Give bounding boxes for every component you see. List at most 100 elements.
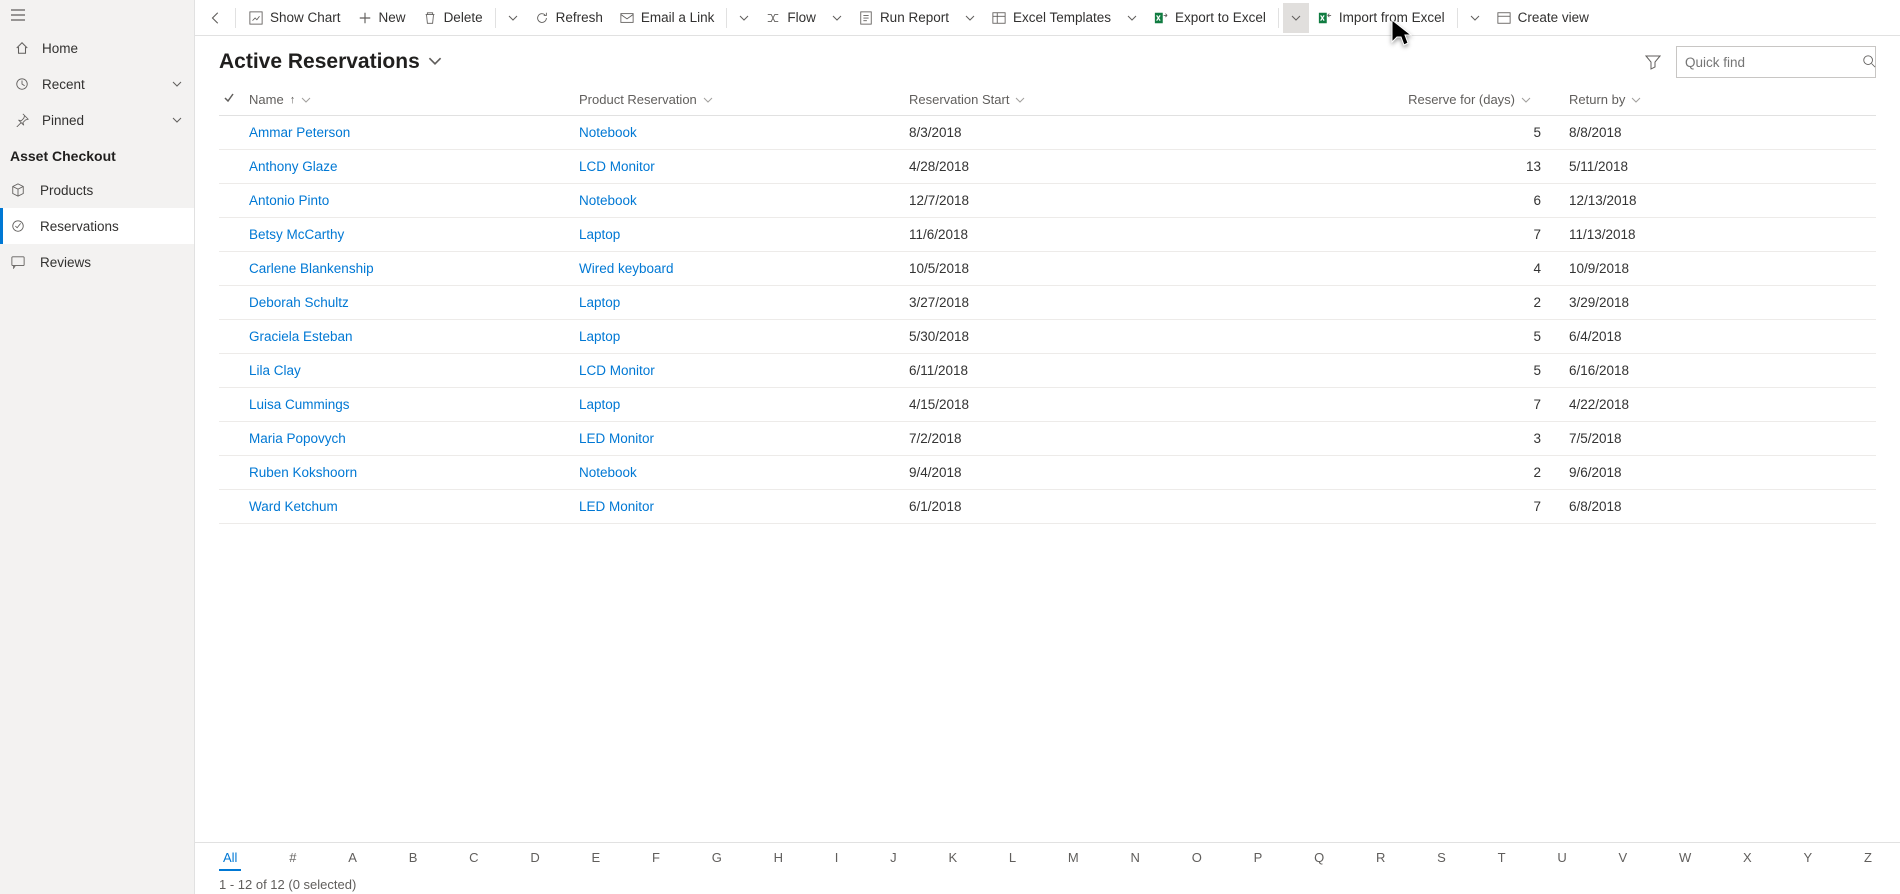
alpha-z[interactable]: Z — [1860, 846, 1876, 871]
table-row[interactable]: Deborah SchultzLaptop3/27/201823/29/2018 — [219, 286, 1876, 320]
alpha-o[interactable]: O — [1188, 846, 1206, 871]
view-selector[interactable]: Active Reservations — [219, 50, 442, 74]
delete-dropdown[interactable] — [500, 3, 526, 33]
row-selector[interactable] — [219, 456, 249, 490]
row-selector[interactable] — [219, 184, 249, 218]
table-row[interactable]: Antonio PintoNotebook12/7/2018612/13/201… — [219, 184, 1876, 218]
run-report-dropdown[interactable] — [957, 3, 983, 33]
delete-button[interactable]: Delete — [414, 3, 491, 33]
table-row[interactable]: Anthony GlazeLCD Monitor4/28/2018135/11/… — [219, 150, 1876, 184]
quick-find-input[interactable] — [1685, 55, 1862, 70]
name-link[interactable]: Antonio Pinto — [249, 193, 329, 208]
email-link-dropdown[interactable] — [731, 3, 757, 33]
sidebar-nav-home[interactable]: Home — [0, 30, 194, 66]
name-link[interactable]: Ward Ketchum — [249, 499, 338, 514]
export-excel-dropdown[interactable] — [1283, 3, 1309, 33]
product-link[interactable]: Wired keyboard — [579, 261, 674, 276]
create-view-button[interactable]: Create view — [1488, 3, 1597, 33]
product-link[interactable]: Laptop — [579, 227, 620, 242]
alpha-h[interactable]: H — [770, 846, 787, 871]
product-link[interactable]: LED Monitor — [579, 499, 654, 514]
row-selector[interactable] — [219, 422, 249, 456]
row-selector[interactable] — [219, 252, 249, 286]
col-header-start[interactable]: Reservation Start — [909, 84, 1239, 116]
alpha-s[interactable]: S — [1433, 846, 1450, 871]
excel-templates-dropdown[interactable] — [1119, 3, 1145, 33]
product-link[interactable]: Laptop — [579, 295, 620, 310]
alpha-a[interactable]: A — [344, 846, 361, 871]
sidebar-nav-recent[interactable]: Recent — [0, 66, 194, 102]
name-link[interactable]: Luisa Cummings — [249, 397, 350, 412]
flow-dropdown[interactable] — [824, 3, 850, 33]
name-link[interactable]: Anthony Glaze — [249, 159, 338, 174]
alpha-t[interactable]: T — [1494, 846, 1510, 871]
alpha-j[interactable]: J — [886, 846, 901, 871]
new-button[interactable]: New — [349, 3, 414, 33]
alpha-u[interactable]: U — [1553, 846, 1570, 871]
col-header-name[interactable]: Name ↑ — [249, 84, 579, 116]
product-link[interactable]: Notebook — [579, 193, 637, 208]
alpha-q[interactable]: Q — [1310, 846, 1328, 871]
row-selector[interactable] — [219, 286, 249, 320]
refresh-button[interactable]: Refresh — [526, 3, 611, 33]
product-link[interactable]: Laptop — [579, 397, 620, 412]
alpha-y[interactable]: Y — [1799, 846, 1816, 871]
product-link[interactable]: Notebook — [579, 125, 637, 140]
product-link[interactable]: LCD Monitor — [579, 159, 655, 174]
hamburger-menu[interactable] — [0, 0, 194, 30]
select-all-header[interactable] — [219, 84, 249, 116]
alpha-w[interactable]: W — [1675, 846, 1695, 871]
quick-find[interactable] — [1676, 46, 1876, 78]
table-row[interactable]: Carlene BlankenshipWired keyboard10/5/20… — [219, 252, 1876, 286]
alpha-f[interactable]: F — [648, 846, 664, 871]
table-row[interactable]: Graciela EstebanLaptop5/30/201856/4/2018 — [219, 320, 1876, 354]
excel-templates-button[interactable]: Excel Templates — [983, 3, 1119, 33]
run-report-button[interactable]: Run Report — [850, 3, 957, 33]
alpha-#[interactable]: # — [285, 846, 300, 871]
name-link[interactable]: Betsy McCarthy — [249, 227, 344, 242]
back-button[interactable] — [201, 3, 231, 33]
col-header-days[interactable]: Reserve for (days) — [1239, 84, 1569, 116]
product-link[interactable]: LCD Monitor — [579, 363, 655, 378]
search-icon[interactable] — [1862, 54, 1876, 71]
show-chart-button[interactable]: Show Chart — [240, 3, 349, 33]
row-selector[interactable] — [219, 218, 249, 252]
name-link[interactable]: Carlene Blankenship — [249, 261, 374, 276]
sidebar-item-reservations[interactable]: Reservations — [0, 208, 194, 244]
col-header-product[interactable]: Product Reservation — [579, 84, 909, 116]
alpha-d[interactable]: D — [526, 846, 543, 871]
name-link[interactable]: Lila Clay — [249, 363, 301, 378]
table-row[interactable]: Ammar PetersonNotebook8/3/201858/8/2018 — [219, 116, 1876, 150]
import-excel-button[interactable]: Import from Excel — [1309, 3, 1453, 33]
alpha-m[interactable]: M — [1064, 846, 1083, 871]
col-header-returnby[interactable]: Return by — [1569, 84, 1876, 116]
row-selector[interactable] — [219, 150, 249, 184]
export-excel-button[interactable]: Export to Excel — [1145, 3, 1274, 33]
name-link[interactable]: Ammar Peterson — [249, 125, 350, 140]
sidebar-nav-pinned[interactable]: Pinned — [0, 102, 194, 138]
row-selector[interactable] — [219, 320, 249, 354]
table-row[interactable]: Ruben KokshoornNotebook9/4/201829/6/2018 — [219, 456, 1876, 490]
alpha-i[interactable]: I — [831, 846, 843, 871]
table-row[interactable]: Lila ClayLCD Monitor6/11/201856/16/2018 — [219, 354, 1876, 388]
alpha-r[interactable]: R — [1372, 846, 1389, 871]
alpha-k[interactable]: K — [944, 846, 961, 871]
product-link[interactable]: Laptop — [579, 329, 620, 344]
import-excel-dropdown[interactable] — [1462, 3, 1488, 33]
table-row[interactable]: Luisa CummingsLaptop4/15/201874/22/2018 — [219, 388, 1876, 422]
alpha-p[interactable]: P — [1250, 846, 1267, 871]
alpha-b[interactable]: B — [405, 846, 422, 871]
row-selector[interactable] — [219, 354, 249, 388]
alpha-all[interactable]: All — [219, 846, 241, 871]
sidebar-item-reviews[interactable]: Reviews — [0, 244, 194, 280]
name-link[interactable]: Deborah Schultz — [249, 295, 349, 310]
row-selector[interactable] — [219, 388, 249, 422]
alpha-e[interactable]: E — [588, 846, 605, 871]
alpha-v[interactable]: V — [1615, 846, 1632, 871]
name-link[interactable]: Graciela Esteban — [249, 329, 353, 344]
table-row[interactable]: Betsy McCarthyLaptop11/6/2018711/13/2018 — [219, 218, 1876, 252]
flow-button[interactable]: Flow — [757, 3, 824, 33]
alpha-g[interactable]: G — [708, 846, 726, 871]
email-link-button[interactable]: Email a Link — [611, 3, 723, 33]
name-link[interactable]: Maria Popovych — [249, 431, 346, 446]
